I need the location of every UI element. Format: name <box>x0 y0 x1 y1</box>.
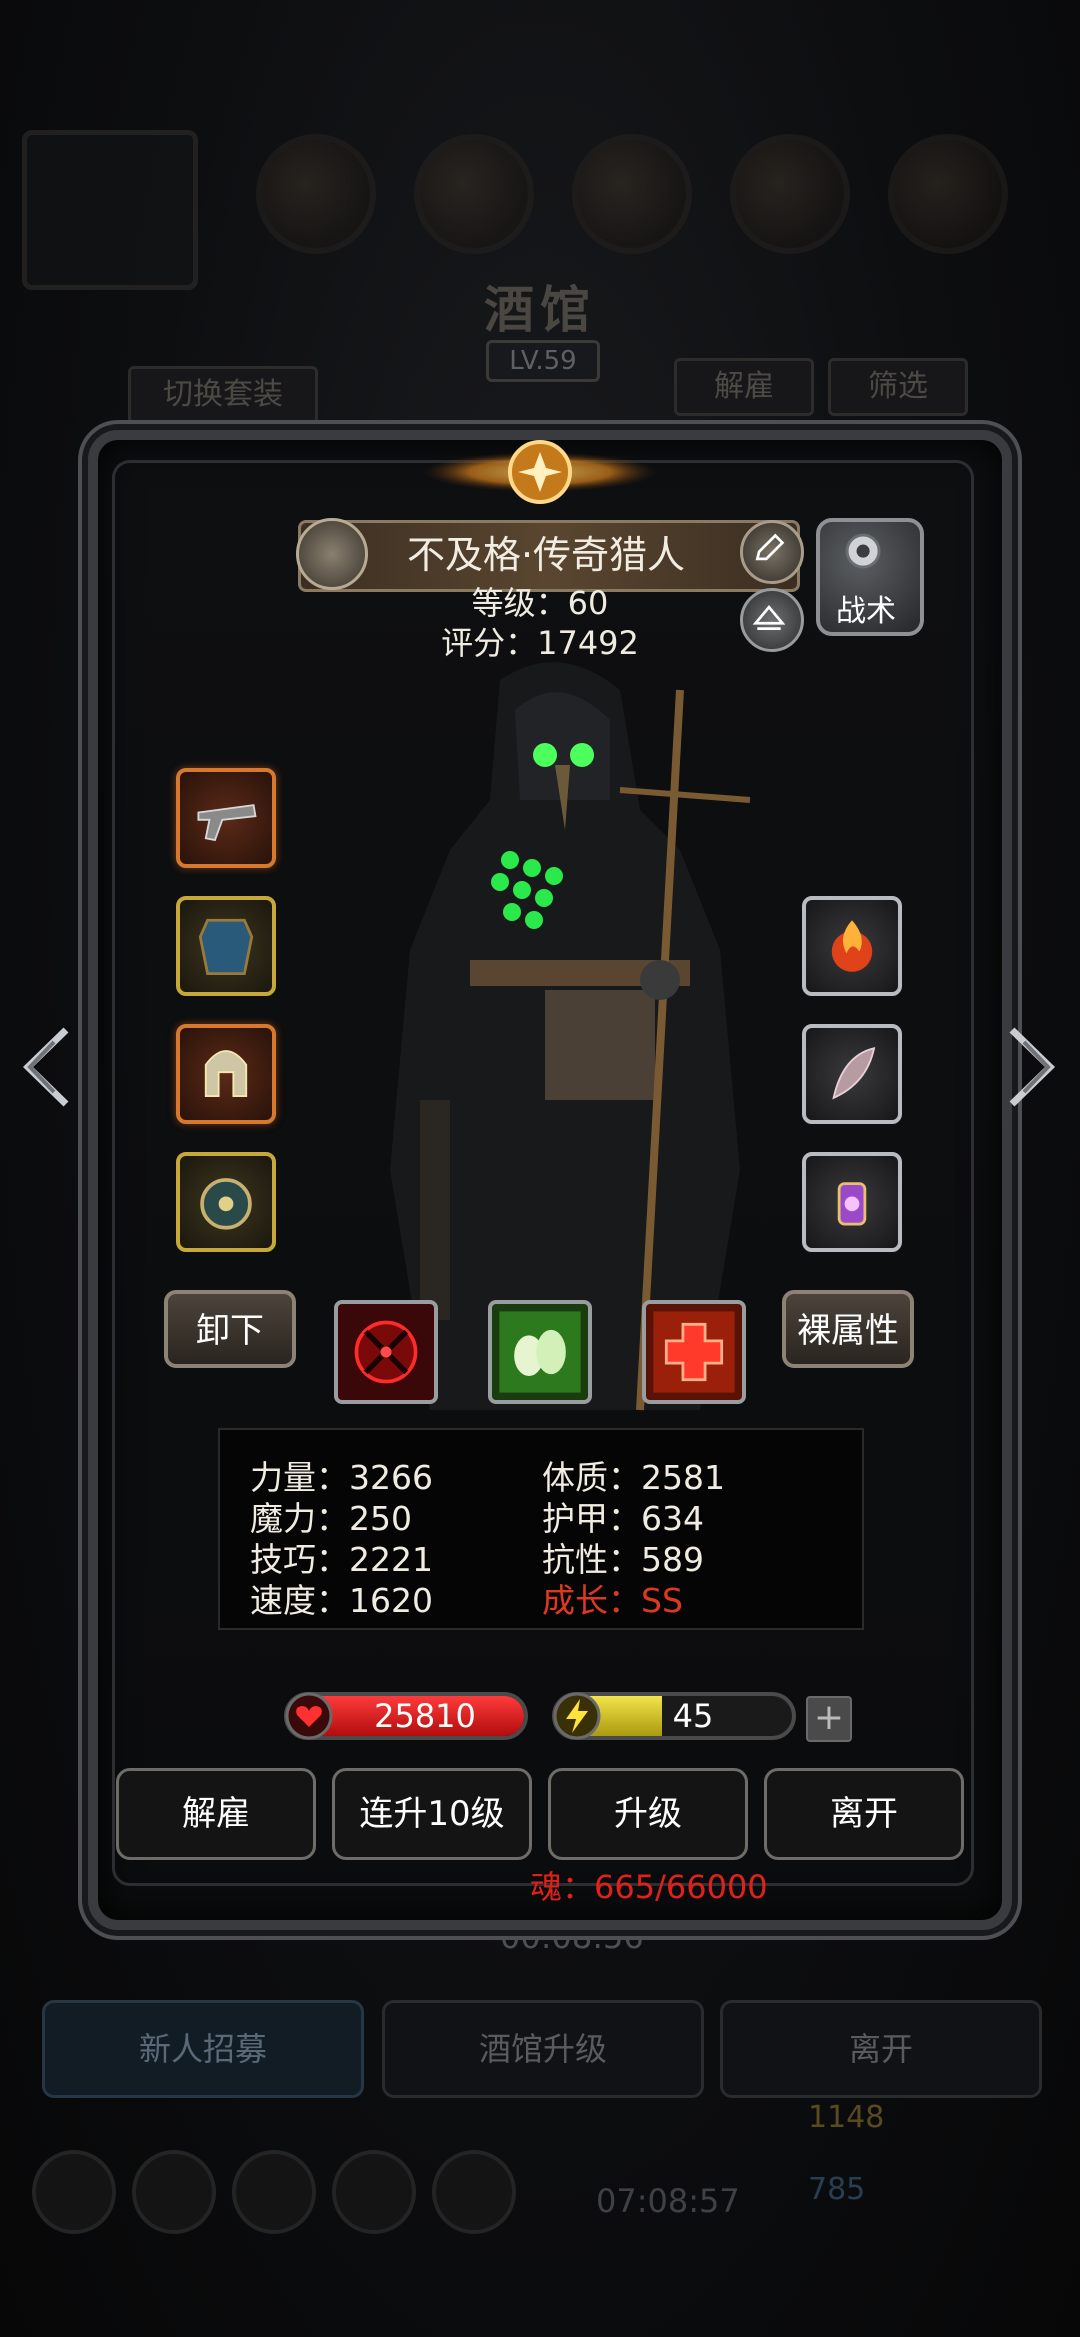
background-switch-set-button: 切换套装 <box>128 366 318 424</box>
bottom-nav-icon <box>32 2150 116 2234</box>
hp-value: 25810 <box>374 1697 476 1735</box>
armor-slot[interactable] <box>176 896 276 996</box>
accessory-slot[interactable] <box>176 1152 276 1252</box>
background-dismiss-button: 解雇 <box>674 358 814 416</box>
amulet-icon <box>200 1178 252 1230</box>
stat-speed: 速度：1620 <box>250 1581 433 1620</box>
rune-slot[interactable] <box>802 1024 902 1124</box>
bottom-nav-icon <box>232 2150 316 2234</box>
rune-slot[interactable] <box>802 1152 902 1252</box>
background-currency-gold: 1148 <box>808 2100 885 2135</box>
fire-orb-icon <box>831 920 873 972</box>
weapon-slot[interactable] <box>176 768 276 868</box>
stat-growth: 成长：SS <box>542 1581 683 1620</box>
rename-pencil-icon[interactable] <box>740 520 804 584</box>
chest-armor-icon <box>198 918 254 975</box>
naked-stats-button[interactable]: 裸属性 <box>782 1290 914 1368</box>
background-top-icon <box>730 134 850 254</box>
recruit-button: 新人招募 <box>42 2000 364 2098</box>
skill-slot[interactable] <box>642 1300 746 1404</box>
bottom-nav-icon <box>432 2150 516 2234</box>
background-bottom-timer: 07:08:57 <box>596 2182 740 2220</box>
bottom-nav-icon <box>332 2150 416 2234</box>
dismiss-button[interactable]: 解雇 <box>116 1768 316 1860</box>
hero-name: 不及格·传奇猎人 <box>406 533 686 577</box>
background-currency-gem: 785 <box>808 2172 866 2207</box>
previous-hero-arrow-icon[interactable] <box>16 1022 76 1112</box>
rune-slot[interactable] <box>802 896 902 996</box>
skill-slot[interactable] <box>488 1300 592 1404</box>
level-up-10-button[interactable]: 连升10级 <box>332 1768 532 1860</box>
tavern-upgrade-button: 酒馆升级 <box>382 2000 704 2098</box>
bottom-nav-icon <box>132 2150 216 2234</box>
helmet-icon <box>204 1050 248 1097</box>
unequip-button[interactable]: 卸下 <box>164 1290 296 1368</box>
add-energy-button[interactable]: + <box>806 1696 852 1742</box>
next-hero-arrow-icon[interactable] <box>1002 1022 1062 1112</box>
background-top-icon <box>256 134 376 254</box>
background-top-icon <box>414 134 534 254</box>
lantern-icon <box>837 1182 867 1226</box>
feather-icon <box>832 1047 876 1100</box>
leave-button[interactable]: 离开 <box>764 1768 964 1860</box>
background-top-icon <box>888 134 1008 254</box>
crosshair-skill-icon <box>354 1320 418 1384</box>
energy-value: 45 <box>672 1697 714 1735</box>
helmet-slot[interactable] <box>176 1024 276 1124</box>
background-top-icon <box>572 134 692 254</box>
background-portrait-card <box>22 130 198 290</box>
panel-crest-emblem <box>422 440 658 504</box>
ghost-skill-icon <box>499 1311 581 1393</box>
background-leave-button: 离开 <box>720 2000 1042 2098</box>
background-filter-button: 筛选 <box>828 358 968 416</box>
heal-cross-skill-icon <box>653 1311 735 1393</box>
pistol-icon <box>197 804 257 842</box>
heart-icon <box>285 1692 333 1740</box>
level-up-button[interactable]: 升级 <box>548 1768 748 1860</box>
soul-counter: 魂：665/66000 <box>530 1868 768 1906</box>
background-level-badge: LV.59 <box>486 340 600 382</box>
background-title: 酒馆 <box>484 281 596 339</box>
tactics-label: 战术 <box>836 594 896 629</box>
skill-slot[interactable] <box>334 1300 438 1404</box>
lightning-icon <box>553 1692 601 1740</box>
